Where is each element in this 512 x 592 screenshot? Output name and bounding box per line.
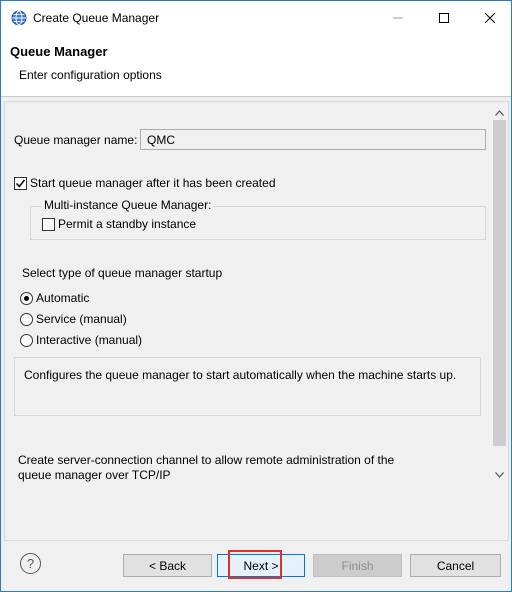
header-banner: Queue Manager Enter configuration option… <box>1 35 511 97</box>
dialog-window: Create Queue Manager Queue Manager Enter… <box>0 0 512 592</box>
page-description: Enter configuration options <box>19 68 162 82</box>
close-button[interactable] <box>467 1 512 35</box>
maximize-button[interactable] <box>421 1 467 35</box>
startup-description-text: Configures the queue manager to start au… <box>24 368 457 382</box>
permit-standby-label: Permit a standby instance <box>58 217 197 231</box>
radio-service-manual[interactable] <box>20 313 33 326</box>
globe-icon <box>11 10 27 26</box>
radio-automatic[interactable] <box>20 292 33 305</box>
channel-description-line2: queue manager over TCP/IP <box>18 468 171 482</box>
channel-description-line1: Create server-connection channel to allo… <box>18 453 395 467</box>
multi-instance-group-label: Multi-instance Queue Manager: <box>42 198 214 212</box>
radio-interactive-manual-label: Interactive (manual) <box>36 333 143 347</box>
chevron-up-icon[interactable] <box>491 104 508 121</box>
minimize-button[interactable] <box>375 1 421 35</box>
queue-manager-name-field[interactable]: QMC <box>140 129 486 150</box>
close-icon <box>485 13 495 23</box>
radio-interactive-manual[interactable] <box>20 334 33 347</box>
window-title: Create Queue Manager <box>33 11 160 25</box>
cancel-button[interactable]: Cancel <box>410 554 501 577</box>
finish-button: Finish <box>313 554 402 577</box>
channel-description: Create server-connection channel to allo… <box>18 453 394 483</box>
minimize-icon <box>393 17 403 19</box>
radio-automatic-label: Automatic <box>36 291 90 305</box>
title-bar: Create Queue Manager <box>1 1 511 35</box>
start-after-create-label: Start queue manager after it has been cr… <box>30 176 276 190</box>
start-after-create-checkbox[interactable] <box>14 177 27 190</box>
next-button-highlight <box>228 550 282 579</box>
back-button[interactable]: < Back <box>123 554 212 577</box>
radio-service-manual-label: Service (manual) <box>36 312 127 326</box>
vertical-scrollbar[interactable] <box>491 102 508 492</box>
maximize-icon <box>439 13 449 23</box>
startup-type-label: Select type of queue manager startup <box>22 266 223 280</box>
queue-manager-name-label: Queue manager name: <box>14 133 138 147</box>
permit-standby-checkbox[interactable] <box>42 218 55 231</box>
scrollbar-thumb[interactable] <box>493 120 506 446</box>
page-title: Queue Manager <box>10 44 108 59</box>
startup-description-box: Configures the queue manager to start au… <box>14 357 481 416</box>
chevron-down-icon[interactable] <box>491 466 508 483</box>
help-icon[interactable]: ? <box>20 553 41 574</box>
